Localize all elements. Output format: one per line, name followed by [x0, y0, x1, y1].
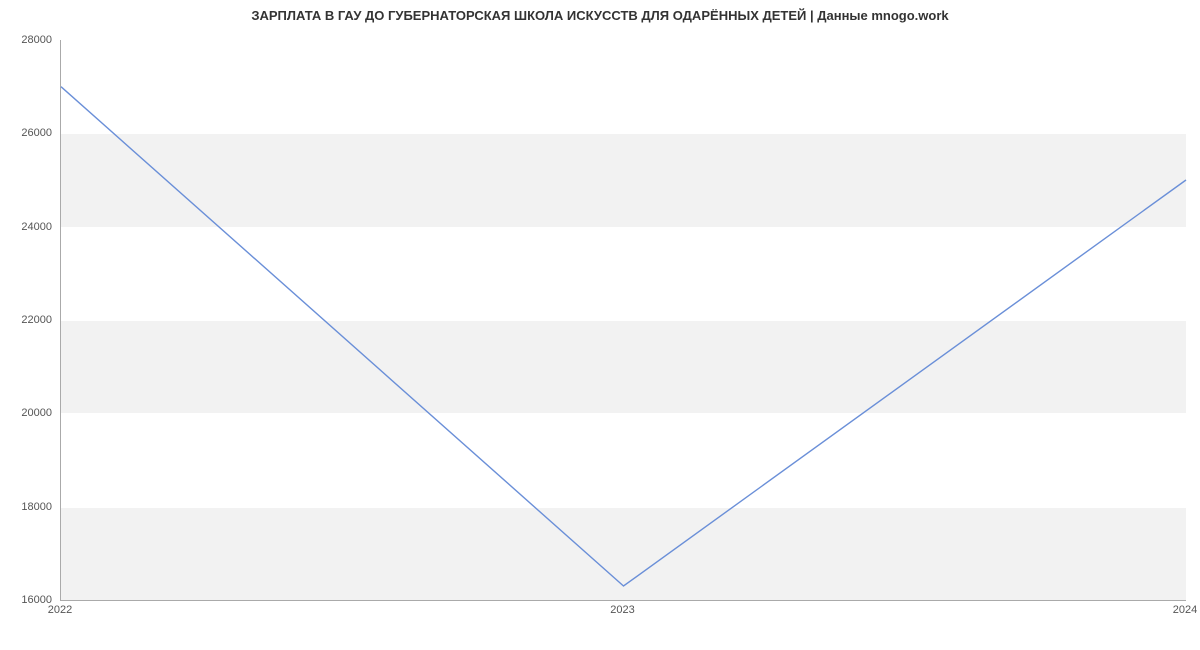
y-tick-label: 24000 [4, 221, 52, 233]
y-tick-label: 18000 [4, 501, 52, 513]
y-tick-label: 28000 [4, 34, 52, 46]
x-tick-label: 2022 [48, 604, 72, 616]
y-tick-label: 22000 [4, 314, 52, 326]
y-tick-label: 20000 [4, 407, 52, 419]
x-tick-label: 2024 [1173, 604, 1197, 616]
chart-title: ЗАРПЛАТА В ГАУ ДО ГУБЕРНАТОРСКАЯ ШКОЛА И… [0, 8, 1200, 23]
chart-container: ЗАРПЛАТА В ГАУ ДО ГУБЕРНАТОРСКАЯ ШКОЛА И… [0, 0, 1200, 650]
plot-area [60, 40, 1186, 601]
y-tick-label: 16000 [4, 594, 52, 606]
x-tick-label: 2023 [610, 604, 634, 616]
line-path [61, 87, 1186, 586]
y-tick-label: 26000 [4, 127, 52, 139]
line-series [61, 40, 1186, 600]
